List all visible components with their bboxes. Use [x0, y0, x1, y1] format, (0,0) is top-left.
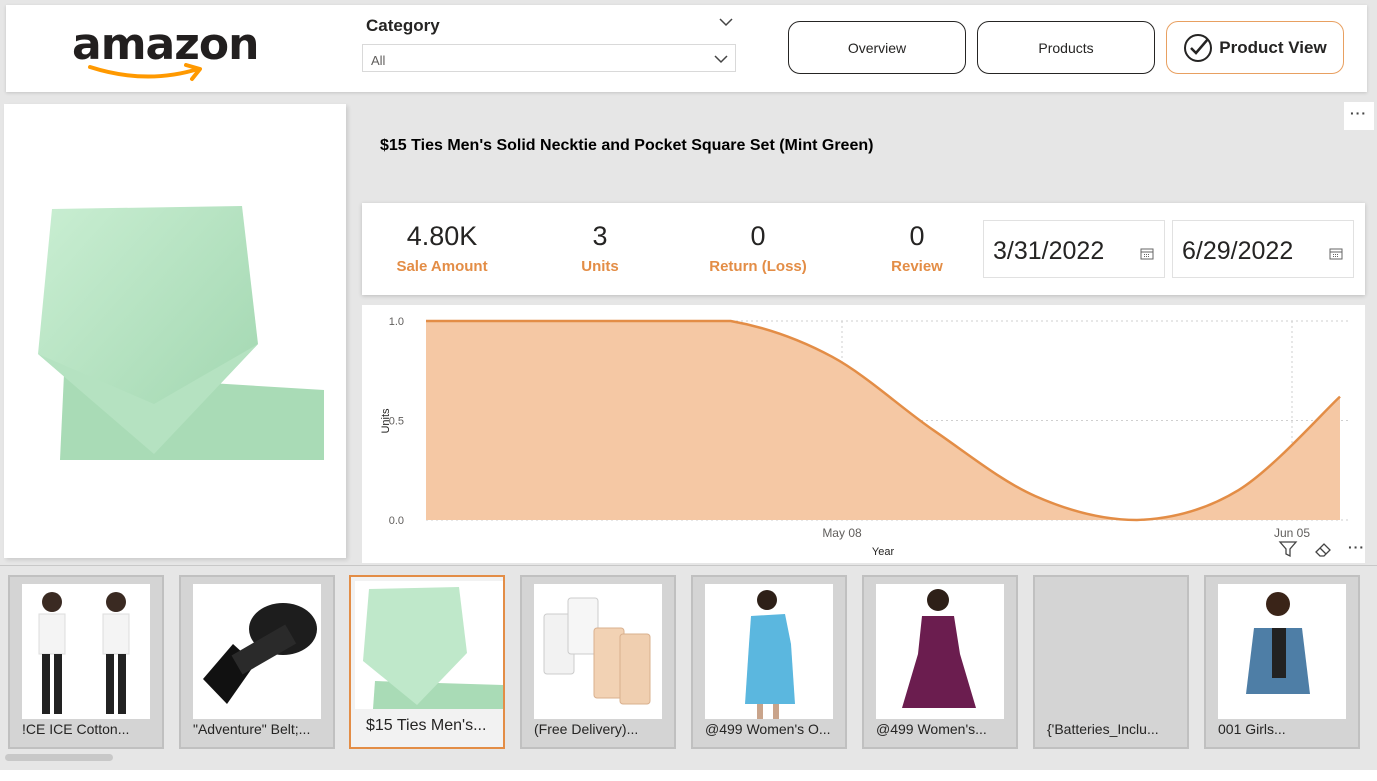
kpi-units: 3 Units: [581, 221, 619, 275]
product-thumbnail: [876, 584, 1004, 719]
x-tick-label: May 08: [822, 526, 862, 540]
footer-strip: [0, 770, 1377, 781]
check-circle-icon: [1184, 33, 1213, 62]
visual-toolbar: ···: [1276, 539, 1372, 561]
gallery-item[interactable]: !CE ICE Cotton...: [8, 575, 164, 749]
product-view-button[interactable]: Product View: [1166, 21, 1344, 74]
category-label: Category: [366, 16, 440, 35]
gallery-item[interactable]: (Free Delivery)...: [520, 575, 676, 749]
product-thumbnail: [193, 584, 321, 719]
product-image: [38, 206, 324, 460]
kpi-return-loss: 0 Return (Loss): [709, 221, 807, 275]
product-thumbnail: [534, 584, 662, 719]
calendar-icon[interactable]: [1140, 247, 1154, 260]
gallery-item-caption: "Adventure" Belt;...: [193, 721, 311, 737]
dropdown-chevron-icon: [714, 55, 728, 64]
product-thumbnail: [355, 581, 503, 709]
calendar-icon[interactable]: [1329, 247, 1343, 260]
gallery-item[interactable]: @499 Women's...: [862, 575, 1018, 749]
more-options-icon: ···: [1350, 105, 1367, 121]
gallery-item-caption: $15 Ties Men's...: [366, 717, 487, 734]
product-thumbnail: [1218, 584, 1346, 719]
filter-icon[interactable]: [1278, 539, 1298, 559]
units-area-chart: 1.0 0.5 0.0 May 08 Jun 05 Units Year: [362, 305, 1365, 563]
gallery-item[interactable]: "Adventure" Belt;...: [179, 575, 335, 749]
gallery-item-caption: @499 Women's...: [876, 721, 987, 737]
products-button[interactable]: Products: [977, 21, 1155, 74]
product-title: $15 Ties Men's Solid Necktie and Pocket …: [380, 137, 874, 154]
start-date-input[interactable]: 3/31/2022: [983, 220, 1165, 278]
x-axis-label: Year: [872, 546, 895, 558]
gallery-item[interactable]: @499 Women's O...: [691, 575, 847, 749]
amazon-logo: amazon: [66, 19, 259, 85]
y-axis-label: Units: [380, 408, 392, 434]
category-dropdown[interactable]: All: [362, 44, 736, 72]
category-selected-value: All: [371, 53, 386, 68]
gallery-scrollbar[interactable]: [5, 754, 113, 761]
product-gallery: !CE ICE Cotton... "Adventure" Belt;... $…: [0, 565, 1377, 768]
gallery-item-caption: @499 Women's O...: [705, 721, 831, 737]
gallery-item[interactable]: 001 Girls...: [1204, 575, 1360, 749]
product-thumbnail: [22, 584, 150, 719]
product-image-panel: [4, 104, 346, 558]
kpi-review: 0 Review: [891, 221, 943, 275]
gallery-item-selected[interactable]: $15 Ties Men's...: [349, 575, 505, 749]
gallery-item-caption: {'Batteries_Inclu...: [1047, 721, 1159, 737]
product-thumbnail: [705, 584, 833, 719]
gallery-item-caption: 001 Girls...: [1218, 721, 1286, 737]
gallery-item-caption: (Free Delivery)...: [534, 721, 639, 737]
end-date-input[interactable]: 6/29/2022: [1172, 220, 1354, 278]
kpi-sale-amount: 4.80K Sale Amount: [396, 221, 488, 275]
x-tick-label: Jun 05: [1274, 526, 1310, 540]
y-tick-label: 1.0: [389, 316, 404, 328]
overview-button[interactable]: Overview: [788, 21, 966, 74]
gallery-item-caption: !CE ICE Cotton...: [22, 721, 130, 737]
more-options-icon[interactable]: ···: [1348, 539, 1365, 555]
y-tick-label: 0.0: [389, 515, 404, 527]
eraser-icon[interactable]: [1313, 539, 1333, 559]
chevron-down-icon[interactable]: [719, 17, 733, 27]
gallery-item[interactable]: {'Batteries_Inclu...: [1033, 575, 1189, 749]
header-bar: amazon Category All Overview Products Pr…: [6, 5, 1367, 92]
product-thumbnail-empty: [1047, 584, 1175, 719]
more-options-button[interactable]: ···: [1344, 102, 1374, 130]
chart-canvas: 1.00.50.0 May 08 Jun 05 Units Year: [380, 316, 1350, 558]
